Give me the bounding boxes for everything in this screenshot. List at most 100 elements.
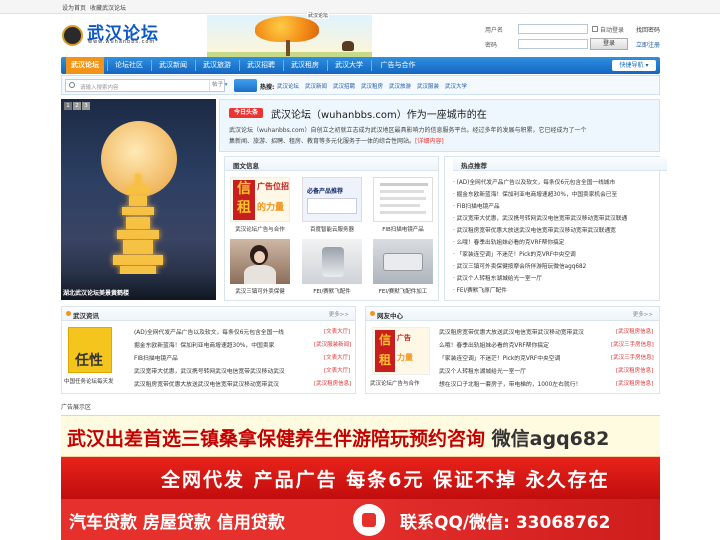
search-icon bbox=[69, 82, 75, 88]
password-input[interactable] bbox=[518, 39, 588, 49]
search-input[interactable]: 请输入搜索内容 帖子 ▾ bbox=[65, 79, 228, 92]
hot-item[interactable]: · 武汉租房宽带优惠大放送武汉电信宽带武汉移动宽带武汉联通宽 bbox=[453, 225, 616, 234]
quick-nav-button[interactable]: 快捷导航 ▾ bbox=[612, 60, 656, 71]
friends-center-panel: 网友中心 更多>> 信租 广告 力量 武汉论坛广告与合作 武汉租房宽带优惠大放送… bbox=[365, 306, 660, 394]
thumb-caption[interactable]: 武汉论坛广告与合作 bbox=[370, 379, 420, 387]
login-button[interactable]: 登录 bbox=[590, 38, 628, 50]
hot-search-link[interactable]: 武汉新闻 bbox=[305, 82, 327, 90]
hot-search-link[interactable]: 武汉服装 bbox=[417, 82, 439, 90]
thumb-baidu-cloud[interactable]: 必备产品推荐 bbox=[302, 177, 362, 222]
main-nav: 武汉论坛 论坛社区 武汉新闻 武汉旅游 武汉招聘 武汉租房 武汉大学 广告与合作… bbox=[61, 57, 660, 74]
hot-search-link[interactable]: 武汉租房 bbox=[361, 82, 383, 90]
list-item-category[interactable]: [文表大厅] bbox=[324, 327, 350, 335]
list-item-category[interactable]: [武汉租房信息] bbox=[616, 327, 653, 335]
hot-item[interactable]: · (AD)全网代发产品广告以及软文，每条仅6元包含全国一线城市 bbox=[453, 177, 615, 186]
ad-banner-2[interactable]: 全网代发 产品广告 每条6元 保证不掉 永久存在 bbox=[61, 457, 660, 499]
nav-item-community[interactable]: 论坛社区 bbox=[109, 57, 149, 74]
list-item-category[interactable]: [武汉服装新闻] bbox=[314, 340, 351, 348]
more-link[interactable]: 更多>> bbox=[329, 310, 349, 318]
thumb-caption[interactable]: 中国任务论坛每天发 bbox=[64, 377, 114, 385]
photo-info-panel: 图文信息 信租 广告位招租 的力量 武汉论坛广告与合作 必备产品推荐 百度智能云… bbox=[224, 156, 439, 301]
list-item-category[interactable]: [武汉三手房信息] bbox=[611, 340, 654, 348]
list-item[interactable]: 「家装连空调」不迷茫！Pick的克VRF中央空调 bbox=[439, 353, 560, 362]
yellow-crane-tower-image bbox=[113, 174, 163, 284]
list-item[interactable]: 武汉宽带大优惠，武汉携号转网武汉电信宽带武汉移动武汉 bbox=[134, 366, 285, 375]
nav-item-travel[interactable]: 武汉旅游 bbox=[197, 57, 237, 74]
headline-body: 武汉论坛（wuhanbbs.com）自创立之初就立志成为武汉地区最具影响力的信息… bbox=[229, 127, 587, 145]
list-item[interactable]: FIB扫描电镜产品 bbox=[134, 353, 178, 362]
ad-banner-1[interactable]: 武汉出差首选三镇桑拿保健养生伴游陪玩预约咨询 微信agq682 bbox=[61, 415, 660, 457]
nav-item-jobs[interactable]: 武汉招聘 bbox=[241, 57, 281, 74]
hot-item[interactable]: · 武汉三镇可外卖保健按摩会所伴游陪玩微信agq682 bbox=[453, 261, 586, 270]
more-link[interactable]: 更多>> bbox=[633, 310, 653, 318]
slide-dot[interactable]: 1 bbox=[64, 102, 72, 110]
nav-item-ads-cooperation[interactable]: 广告与合作 bbox=[373, 57, 423, 74]
panel-title: 热点推荐 bbox=[461, 162, 487, 170]
hot-item[interactable]: · 么哦！春季出轨姐妹必看的克VRF帮你搞定 bbox=[453, 237, 564, 246]
hot-item[interactable]: · FEI/赛默飞原厂配件 bbox=[453, 285, 507, 294]
banner-sign: 武汉论坛 bbox=[307, 12, 330, 19]
list-item[interactable]: 武汉个人转租东湖城给光一室一厅 bbox=[439, 366, 526, 375]
thumb-fib-sem[interactable] bbox=[373, 177, 433, 222]
thumb-caption[interactable]: FEI/赛默飞配件加工 bbox=[368, 287, 438, 295]
nav-item-university[interactable]: 武汉大学 bbox=[329, 57, 369, 74]
search-type-select[interactable]: 帖子 ▾ bbox=[209, 80, 234, 91]
headline-title[interactable]: 武汉论坛（wuhanbbs.com）作为一座城市的在 bbox=[271, 106, 487, 121]
thumb-fei-machining[interactable] bbox=[373, 239, 433, 284]
thumb-ad-cooperation[interactable]: 信租 广告位招租 的力量 bbox=[230, 177, 290, 222]
owl-icon bbox=[342, 41, 354, 51]
thumb-caption[interactable]: 武汉三镇可外卖保健 bbox=[225, 287, 295, 295]
username-input[interactable] bbox=[518, 24, 588, 34]
hot-item[interactable]: · 「家装连空调」不迷茫！Pick的克VRF中央空调 bbox=[453, 249, 576, 258]
nav-item-rentals[interactable]: 武汉租房 bbox=[285, 57, 325, 74]
thumb-caption[interactable]: 武汉论坛广告与合作 bbox=[225, 225, 295, 233]
set-home-link[interactable]: 设为首页 bbox=[62, 3, 86, 12]
thumb-caption[interactable]: FEI/赛默飞配件 bbox=[297, 287, 367, 295]
nav-item-news[interactable]: 武汉新闻 bbox=[153, 57, 193, 74]
slide-caption[interactable]: 湖北武汉论坛美景黄鹤楼 bbox=[63, 288, 129, 297]
thumb-massage[interactable] bbox=[230, 239, 290, 284]
forgot-password-link[interactable]: 找回密码 bbox=[636, 25, 660, 34]
list-item[interactable]: 么哦！春季出轨姐妹必看的克VRF帮你搞定 bbox=[439, 340, 549, 349]
list-item-category[interactable]: [武汉租房信息] bbox=[616, 379, 653, 387]
list-item-category[interactable]: [文表大厅] bbox=[324, 366, 350, 374]
list-item[interactable]: 想在汉口子北租一套房子，带电梯的，1000左右就行！ bbox=[439, 379, 581, 388]
list-item-category[interactable]: [文表大厅] bbox=[324, 353, 350, 361]
qr-icon bbox=[353, 504, 385, 536]
auto-login-label: 自动登录 bbox=[600, 27, 625, 34]
list-item[interactable]: (AD)全网代发产品广告以及软文，每条仅6元包含全国一线 bbox=[134, 327, 284, 336]
list-item[interactable]: 武汉租房宽带优惠大放送武汉电信宽带武汉移动宽带武汉 bbox=[439, 327, 584, 336]
logo-icon[interactable] bbox=[62, 25, 83, 46]
list-item[interactable]: 掘金东欧新蓝海！保加利亚电商增速超30%，中国卖家 bbox=[134, 340, 274, 349]
thumb-caption[interactable]: 百度智能云服务器 bbox=[297, 225, 367, 233]
hot-search-link[interactable]: 武汉大学 bbox=[445, 82, 467, 90]
thumb-fei-parts[interactable] bbox=[302, 239, 362, 284]
list-item-category[interactable]: [武汉租房信息] bbox=[314, 379, 351, 387]
slide-dot[interactable]: 2 bbox=[73, 102, 81, 110]
register-link[interactable]: 立即注册 bbox=[636, 40, 660, 49]
list-item-category[interactable]: [武汉租房信息] bbox=[616, 366, 653, 374]
hot-item[interactable]: · 武汉个人转租东湖城给光一室一厅 bbox=[453, 273, 542, 282]
thumb-news[interactable]: 任性 bbox=[68, 327, 112, 373]
hot-search-link[interactable]: 武汉招聘 bbox=[333, 82, 355, 90]
list-item[interactable]: 武汉租房宽带优惠大放送武汉电信宽带武汉移动宽带武汉 bbox=[134, 379, 279, 388]
auto-login-checkbox[interactable] bbox=[592, 26, 598, 32]
slide-dot[interactable]: 3 bbox=[82, 102, 90, 110]
slideshow[interactable]: 1 2 3 湖北武汉论坛美景黄鹤楼 bbox=[61, 99, 216, 300]
top-bar: 设为首页 收藏武汉论坛 bbox=[0, 0, 720, 14]
hot-search-link[interactable]: 武汉旅游 bbox=[389, 82, 411, 90]
hot-search-link[interactable]: 武汉论坛 bbox=[277, 82, 299, 90]
nav-item-wuhan-bbs[interactable]: 武汉论坛 bbox=[66, 57, 104, 74]
hot-item[interactable]: · FIB扫描电镜产品 bbox=[453, 201, 500, 210]
add-favorite-link[interactable]: 收藏武汉论坛 bbox=[90, 3, 126, 12]
search-button[interactable] bbox=[234, 79, 257, 92]
detail-link[interactable]: [详细内容] bbox=[415, 138, 444, 145]
ad-banner-3[interactable]: 汽车贷款 房屋贷款 信用贷款 联系QQ/微信: 33068762 bbox=[61, 499, 660, 540]
ad3-contact-text: 联系QQ/微信: 33068762 bbox=[400, 513, 611, 533]
headline-box: 今日头条 武汉论坛（wuhanbbs.com）作为一座城市的在 武汉论坛（wuh… bbox=[219, 99, 660, 152]
thumb-friends-ad[interactable]: 信租 广告 力量 bbox=[372, 327, 430, 375]
hot-item[interactable]: · 掘金东欧新蓝海！保加利亚电商增速超30%，中国卖家机会已至 bbox=[453, 189, 617, 198]
thumb-caption[interactable]: FIB扫描电镜产品 bbox=[368, 225, 438, 233]
list-item-category[interactable]: [武汉三手房信息] bbox=[611, 353, 654, 361]
hot-item[interactable]: · 武汉宽带大优惠，武汉携号转网武汉电信宽带武汉移动宽带武汉联通 bbox=[453, 213, 627, 222]
